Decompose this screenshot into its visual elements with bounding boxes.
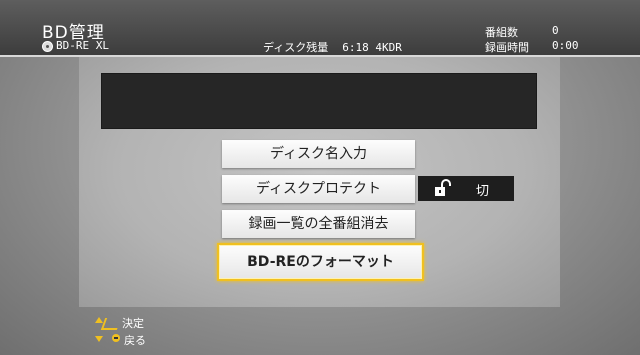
disc-remaining-value: 6:18 4KDR bbox=[342, 41, 402, 54]
up-arrow-icon bbox=[95, 317, 103, 323]
delete-all-programs-button[interactable]: 録画一覧の全番組消去 bbox=[222, 210, 415, 238]
disc-type-label: BD-RE XL bbox=[56, 39, 109, 52]
unlocked-padlock-icon bbox=[435, 179, 451, 196]
disc-protect-status: 切 bbox=[418, 176, 514, 201]
disc-name-display bbox=[101, 73, 537, 129]
header-bar: BD管理 BD-RE XL ディスク残量 6:18 4KDR 番組数 0 録画時間… bbox=[0, 0, 640, 56]
decide-hint: 決定 bbox=[122, 317, 144, 330]
program-count-label: 番組数 bbox=[485, 26, 518, 39]
recording-time: 録画時間 0:00 bbox=[485, 39, 579, 55]
recording-time-label: 録画時間 bbox=[485, 41, 529, 54]
program-count-value: 0 bbox=[552, 24, 559, 37]
disc-remaining: ディスク残量 6:18 4KDR bbox=[263, 39, 402, 55]
back-icon bbox=[112, 334, 120, 342]
disc-remaining-label: ディスク残量 bbox=[263, 41, 329, 54]
program-count: 番組数 0 bbox=[485, 24, 559, 40]
back-hint: 戻る bbox=[124, 334, 146, 347]
disc-name-input-button[interactable]: ディスク名入力 bbox=[222, 140, 415, 168]
enter-icon bbox=[100, 318, 122, 330]
disc-protect-button[interactable]: ディスクプロテクト bbox=[222, 175, 415, 203]
down-arrow-icon bbox=[95, 336, 103, 342]
disc-protect-value: 切 bbox=[476, 184, 490, 199]
disc-icon bbox=[42, 41, 53, 52]
format-bd-re-button[interactable]: BD-REのフォーマット bbox=[217, 243, 424, 281]
recording-time-value: 0:00 bbox=[552, 39, 579, 52]
